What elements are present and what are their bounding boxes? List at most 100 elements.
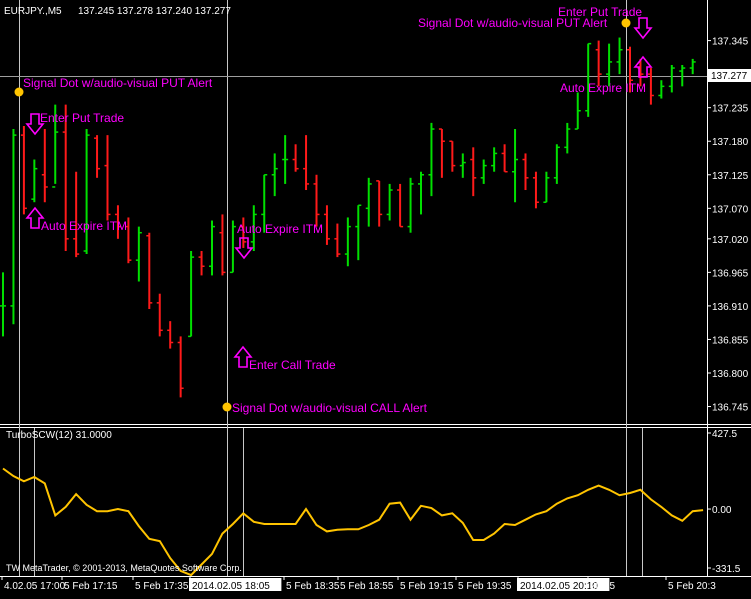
time-tick-label: 5 Feb 18:35 [286,581,340,592]
ohlc-bar [459,153,466,178]
time-axis: 4.02.05 17:005 Feb 17:15 5 Feb 17:35 2014.… [1,576,716,592]
price-tick-label: 137.070 [712,204,749,215]
signal-dot [14,87,24,97]
time-tick-label: 20:15 [590,581,615,592]
ohlc-bar [595,40,602,87]
time-tick-label: 5 Feb 17:35 [135,581,189,592]
ohlc-bar [491,147,498,172]
current-price-label: 137.277 [711,71,748,82]
ohlc-bar [449,140,456,172]
ohlc-bar [501,144,508,173]
ohlc-bar [397,183,404,228]
time-tick-label: 2014.02.05 20:10 [520,581,598,592]
time-tick-label: 5 Feb 19:35 [458,581,512,592]
enter-call-label: Enter Call Trade [249,358,336,372]
ohlc-bar [470,147,477,197]
symbol-label: EURJPY.,M5 [4,6,62,17]
price-tick-label: 136.855 [712,335,749,346]
auto-expire-label: Auto Expire ITM [237,222,323,236]
ohlc-bar [31,159,38,203]
ohlc-bar [0,272,6,337]
price-tick-label: 137.235 [712,104,749,115]
price-axis: 137.345137.290137.235137.180137.125137.0… [707,37,749,414]
time-tick-label: 5 Feb 17:15 [64,581,118,592]
ohlc-bar [73,171,80,258]
ohlc-bar [407,177,414,233]
indicator-label: TurboSCW(12) 31.0000 [6,430,112,441]
ohlc-bar [365,177,372,227]
ohlc-bar [167,321,174,349]
ohlc-bar [386,183,393,221]
ohlc-bar [303,135,310,191]
ohlc-bar [512,129,519,203]
ohlc-bar [156,293,163,337]
indicator-line [2,467,704,577]
ohlc-bar [606,43,613,87]
put-signal-label: Signal Dot w/audio-visual PUT Alert [418,16,608,30]
ohlc-bar [376,180,383,227]
ohlc-bar [564,122,571,154]
ohlc-bar [209,220,215,276]
auto-expire-label: Auto Expire ITM [560,81,646,95]
put-signal-label: Signal Dot w/audio-visual PUT Alert [23,76,213,90]
ohlc-bar [219,214,226,276]
ohlc-bar [689,58,696,75]
time-tick-label: 2014.02.05 18:05 [192,581,270,592]
signal-dot [621,18,631,28]
indicator-tick-label: -331.5 [712,564,741,575]
ohlc-bar [282,135,289,184]
price-tick-label: 136.910 [712,302,749,313]
ohlc-bar [229,220,236,274]
ohlc-bar [313,174,320,227]
ohlc-bar [271,153,278,197]
ohlc-label: 137.245 137.278 137.240 137.277 [78,6,231,17]
time-tick-label: 5 Feb 18:55 [340,581,394,592]
ohlc-bar [104,135,111,221]
ohlc-bar [188,251,195,338]
ohlc-bar [543,171,550,203]
price-tick-label: 137.125 [712,171,749,182]
ohlc-bar [10,129,17,325]
chart-window[interactable]: 137.345137.290137.235137.180137.125137.0… [0,0,751,594]
ohlc-bar [658,80,665,99]
ohlc-bar [428,122,435,197]
price-tick-label: 136.965 [712,268,749,279]
enter-put-label: Enter Put Trade [40,111,124,125]
price-tick-label: 137.180 [712,137,749,148]
ohlc-bar [198,251,205,276]
down-arrow-icon [633,17,653,40]
ohlc-bar [292,144,299,172]
ohlc-bar [418,171,424,215]
price-tick-label: 136.800 [712,369,749,380]
time-tick-label: 5 Feb 20:3 [668,581,716,592]
ohlc-bar [574,92,581,130]
ohlc-bar [480,159,487,184]
price-tick-label: 137.020 [712,235,749,246]
ohlc-bar [522,153,529,191]
ohlc-bar [334,223,341,258]
price-tick-label: 137.345 [712,37,749,48]
ohlc-bar [355,204,362,261]
ohlc-bar [438,128,445,178]
ohlc-bar [177,336,184,398]
ohlc-bar [146,232,153,309]
price-tick-label: 136.745 [712,403,749,414]
indicator-tick-label: 427.5 [712,429,737,440]
ohlc-bar [344,217,351,267]
ohlc-bar [94,135,101,178]
call-signal-label: Signal Dot w/audio-visual CALL Alert [232,401,428,415]
ohlc-bar [668,64,675,93]
indicator-tick-label: 0.00 [712,505,732,516]
ohlc-bar [83,129,90,255]
ohlc-bar [647,68,654,105]
ohlc-bar [553,144,560,184]
ohlc-bar [532,171,539,209]
ohlc-bar [679,64,686,87]
copyright-label: TW MetaTrader, © 2001-2013, MetaQuotes S… [6,563,242,573]
ohlc-bar [323,205,330,245]
time-tick-label: 4.02.05 17:00 [4,581,66,592]
time-tick-label: 5 Feb 19:15 [400,581,454,592]
ohlc-bar [20,125,27,215]
signal-dot [222,402,232,412]
indicator-panel: 427.5 0.00 -331.5 [2,429,741,577]
